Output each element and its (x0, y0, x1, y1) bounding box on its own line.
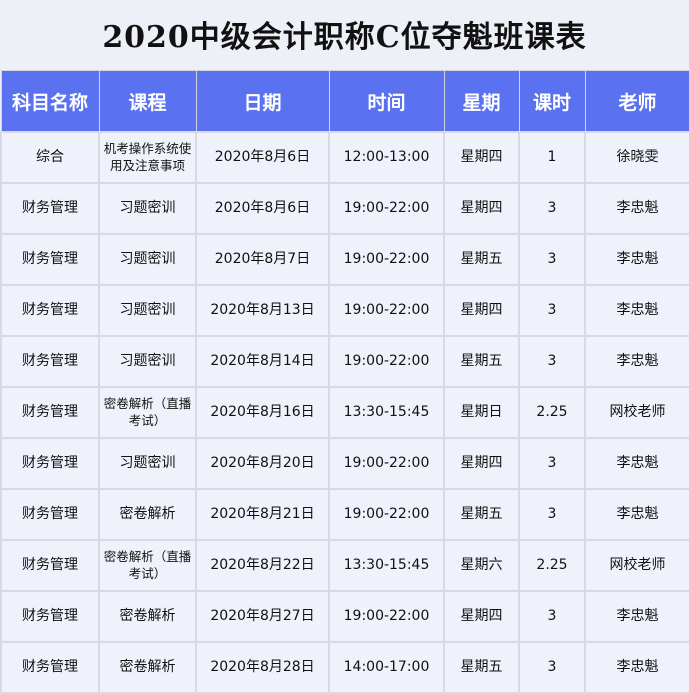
cell-hours: 3 (518, 641, 586, 694)
cell-teacher: 网校老师 (584, 386, 689, 439)
cell-date: 2020年8月22日 (195, 539, 330, 592)
cell-date: 2020年8月6日 (195, 131, 330, 184)
cell-teacher: 李忠魁 (584, 233, 689, 286)
cell-subject: 财务管理 (0, 233, 100, 286)
cell-hours: 2.25 (518, 386, 586, 439)
header-time: 时间 (328, 70, 445, 133)
cell-teacher: 李忠魁 (584, 284, 689, 337)
cell-hours: 3 (518, 233, 586, 286)
cell-date: 2020年8月16日 (195, 386, 330, 439)
cell-time: 19:00-22:00 (328, 182, 445, 235)
page-title: 2020中级会计职称C位夺魁班课表 (102, 20, 587, 55)
table-row: 财务管理 习题密训 2020年8月7日 19:00-22:00 星期五 3 李忠魁 (0, 233, 689, 286)
table-row: 财务管理 密卷解析 2020年8月27日 19:00-22:00 星期四 3 李忠魁 (0, 590, 689, 643)
cell-weekday: 星期四 (443, 182, 520, 235)
cell-weekday: 星期五 (443, 335, 520, 388)
cell-course: 习题密训 (98, 335, 197, 388)
cell-date: 2020年8月14日 (195, 335, 330, 388)
cell-weekday: 星期四 (443, 284, 520, 337)
cell-hours: 3 (518, 335, 586, 388)
cell-course: 密卷解析 (98, 488, 197, 541)
header-subject: 科目名称 (0, 70, 100, 133)
cell-time: 19:00-22:00 (328, 590, 445, 643)
cell-date: 2020年8月13日 (195, 284, 330, 337)
cell-teacher: 网校老师 (584, 539, 689, 592)
header-date: 日期 (195, 70, 330, 133)
cell-weekday: 星期四 (443, 131, 520, 184)
cell-time: 14:00-17:00 (328, 641, 445, 694)
cell-date: 2020年8月6日 (195, 182, 330, 235)
cell-weekday: 星期五 (443, 488, 520, 541)
cell-weekday: 星期五 (443, 233, 520, 286)
cell-course: 密卷解析 (98, 590, 197, 643)
cell-time: 19:00-22:00 (328, 437, 445, 490)
cell-teacher: 徐晓雯 (584, 131, 689, 184)
table-row: 财务管理 密卷解析（直播考试） 2020年8月16日 13:30-15:45 星期日 2.… (0, 386, 689, 439)
header-course: 课程 (98, 70, 197, 133)
cell-subject: 财务管理 (0, 386, 100, 439)
cell-time: 19:00-22:00 (328, 335, 445, 388)
cell-subject: 综合 (0, 131, 100, 184)
cell-weekday: 星期四 (443, 437, 520, 490)
cell-hours: 2.25 (518, 539, 586, 592)
cell-teacher: 李忠魁 (584, 335, 689, 388)
cell-course: 密卷解析 (98, 641, 197, 694)
cell-time: 13:30-15:45 (328, 539, 445, 592)
cell-weekday: 星期六 (443, 539, 520, 592)
header-teacher: 老师 (584, 70, 689, 133)
cell-time: 19:00-22:00 (328, 488, 445, 541)
cell-hours: 3 (518, 182, 586, 235)
cell-course: 机考操作系统使用及注意事项 (98, 131, 197, 184)
cell-teacher: 李忠魁 (584, 641, 689, 694)
cell-teacher: 李忠魁 (584, 488, 689, 541)
table-row: 财务管理 习题密训 2020年8月6日 19:00-22:00 星期四 3 李忠魁 (0, 182, 689, 235)
cell-subject: 财务管理 (0, 335, 100, 388)
table-row: 财务管理 密卷解析（直播考试） 2020年8月22日 13:30-15:45 星期六 2.… (0, 539, 689, 592)
cell-course: 习题密训 (98, 233, 197, 286)
cell-date: 2020年8月27日 (195, 590, 330, 643)
cell-hours: 3 (518, 590, 586, 643)
table-row: 财务管理 习题密训 2020年8月14日 19:00-22:00 星期五 3 李忠魁 (0, 335, 689, 388)
cell-weekday: 星期日 (443, 386, 520, 439)
table-row: 财务管理 密卷解析 2020年8月21日 19:00-22:00 星期五 3 李忠魁 (0, 488, 689, 541)
cell-hours: 3 (518, 488, 586, 541)
cell-course: 习题密训 (98, 437, 197, 490)
cell-time: 19:00-22:00 (328, 284, 445, 337)
cell-course: 习题密训 (98, 284, 197, 337)
cell-course: 习题密训 (98, 182, 197, 235)
cell-time: 12:00-13:00 (328, 131, 445, 184)
table-row: 财务管理 习题密训 2020年8月20日 19:00-22:00 星期四 3 李忠魁 (0, 437, 689, 490)
cell-hours: 1 (518, 131, 586, 184)
cell-teacher: 李忠魁 (584, 437, 689, 490)
cell-subject: 财务管理 (0, 182, 100, 235)
cell-subject: 财务管理 (0, 437, 100, 490)
table-row: 财务管理 习题密训 2020年8月13日 19:00-22:00 星期四 3 李忠魁 (0, 284, 689, 337)
table-header-row: 科目名称 课程 日期 时间 星期 课时 老师 (0, 70, 689, 133)
table-row: 财务管理 密卷解析 2020年8月28日 14:00-17:00 星期五 3 李忠魁 (0, 641, 689, 694)
cell-subject: 财务管理 (0, 641, 100, 694)
header-weekday: 星期 (443, 70, 520, 133)
cell-time: 19:00-22:00 (328, 233, 445, 286)
cell-hours: 3 (518, 437, 586, 490)
cell-course: 密卷解析（直播考试） (98, 386, 197, 439)
cell-hours: 3 (518, 284, 586, 337)
cell-date: 2020年8月20日 (195, 437, 330, 490)
schedule-table: 科目名称 课程 日期 时间 星期 课时 老师 综合 机考操作系统使用及注意事项 2020年8月6… (0, 70, 689, 694)
cell-teacher: 李忠魁 (584, 182, 689, 235)
cell-date: 2020年8月7日 (195, 233, 330, 286)
header-hours: 课时 (518, 70, 586, 133)
cell-date: 2020年8月21日 (195, 488, 330, 541)
cell-subject: 财务管理 (0, 488, 100, 541)
cell-weekday: 星期四 (443, 590, 520, 643)
cell-time: 13:30-15:45 (328, 386, 445, 439)
cell-date: 2020年8月28日 (195, 641, 330, 694)
table-row: 综合 机考操作系统使用及注意事项 2020年8月6日 12:00-13:00 星期四 1 徐… (0, 131, 689, 184)
cell-subject: 财务管理 (0, 284, 100, 337)
cell-teacher: 李忠魁 (584, 590, 689, 643)
cell-subject: 财务管理 (0, 539, 100, 592)
cell-subject: 财务管理 (0, 590, 100, 643)
cell-weekday: 星期五 (443, 641, 520, 694)
cell-course: 密卷解析（直播考试） (98, 539, 197, 592)
